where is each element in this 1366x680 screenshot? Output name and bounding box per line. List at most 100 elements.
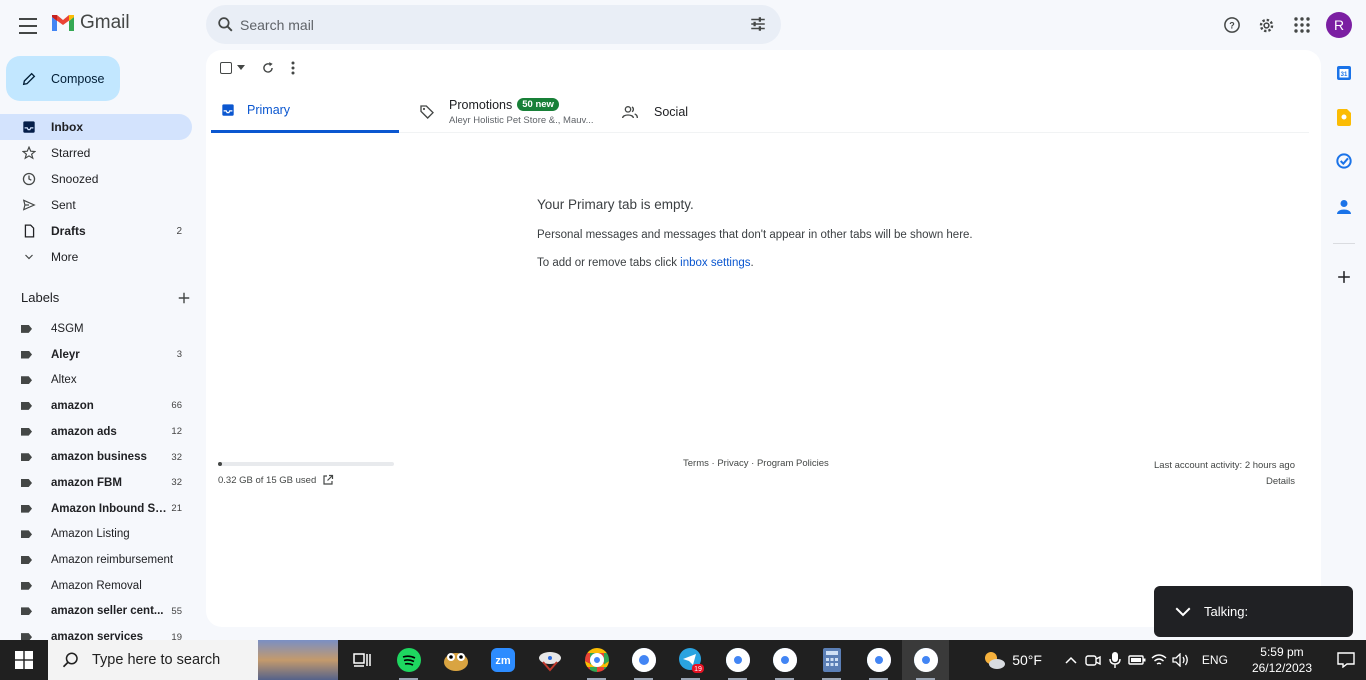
windows-taskbar: Type here to search zm 19 50°F ENG 5:59 … bbox=[0, 640, 1366, 680]
calendar-icon[interactable]: 31 bbox=[1335, 64, 1353, 82]
weather-widget[interactable]: 50°F bbox=[982, 650, 1042, 670]
contacts-icon[interactable] bbox=[1335, 198, 1353, 216]
clock-time: 5:59 pm bbox=[1260, 645, 1304, 659]
tab-social[interactable]: Social bbox=[622, 90, 688, 133]
label-item[interactable]: amazon seller cent... 55 bbox=[0, 599, 192, 625]
chrome-profile-l-app[interactable] bbox=[620, 640, 667, 680]
more-options-icon[interactable] bbox=[291, 61, 295, 75]
label-name: amazon business bbox=[51, 451, 147, 464]
label-item[interactable]: Amazon Removal bbox=[0, 573, 192, 599]
gmail-logo[interactable]: Gmail bbox=[50, 12, 130, 34]
label-item[interactable]: 4SGM bbox=[0, 316, 192, 342]
tasks-icon[interactable] bbox=[1335, 152, 1353, 170]
storage-bar-fill bbox=[218, 462, 222, 466]
keep-icon[interactable] bbox=[1335, 108, 1353, 126]
label-name: amazon ads bbox=[51, 425, 117, 438]
details-link[interactable]: Details bbox=[1154, 474, 1295, 490]
battery-icon[interactable] bbox=[1126, 640, 1148, 680]
language-indicator[interactable]: ENG bbox=[1202, 653, 1228, 667]
search-bar[interactable]: Search mail bbox=[206, 5, 781, 44]
label-item[interactable]: amazon ads 12 bbox=[0, 419, 192, 445]
calculator-app[interactable] bbox=[808, 640, 855, 680]
weather-temp: 50°F bbox=[1012, 652, 1042, 668]
sidebar-item-inbox[interactable]: Inbox bbox=[0, 114, 192, 140]
privacy-link[interactable]: Privacy bbox=[717, 458, 748, 469]
chrome-profile-m2-app[interactable] bbox=[761, 640, 808, 680]
apps-grid-icon[interactable] bbox=[1291, 15, 1312, 36]
sidebar-item-drafts[interactable]: Drafts 2 bbox=[0, 218, 192, 244]
program-policies-link[interactable]: Program Policies bbox=[757, 458, 829, 469]
wifi-icon[interactable] bbox=[1148, 640, 1170, 680]
volume-icon[interactable] bbox=[1170, 640, 1192, 680]
label-count: 3 bbox=[176, 349, 182, 361]
label-item[interactable]: amazon 66 bbox=[0, 393, 192, 419]
microphone-icon[interactable] bbox=[1104, 640, 1126, 680]
compose-button[interactable]: Compose bbox=[6, 56, 120, 101]
account-avatar[interactable]: R bbox=[1326, 12, 1352, 38]
taskbar-search-input[interactable]: Type here to search bbox=[92, 652, 220, 668]
label-name: amazon seller cent... bbox=[51, 605, 164, 618]
taskbar-search[interactable]: Type here to search bbox=[48, 640, 338, 680]
clock[interactable]: 5:59 pm 26/12/2023 bbox=[1252, 644, 1312, 676]
search-options-icon[interactable] bbox=[749, 15, 767, 33]
label-name: Amazon Listing bbox=[51, 528, 130, 541]
chrome-profile-r-app[interactable] bbox=[902, 640, 949, 680]
label-tag-icon bbox=[21, 581, 32, 590]
label-item[interactable]: amazon FBM 32 bbox=[0, 470, 192, 496]
task-view-button[interactable] bbox=[338, 640, 385, 680]
settings-gear-icon[interactable] bbox=[1256, 15, 1277, 36]
chrome-profile-s-app[interactable] bbox=[855, 640, 902, 680]
add-label-icon[interactable] bbox=[177, 291, 191, 305]
game-app[interactable] bbox=[432, 640, 479, 680]
satellite-app[interactable] bbox=[526, 640, 573, 680]
sidebar-item-label: Snoozed bbox=[51, 172, 99, 186]
label-item[interactable]: Amazon reimbursement bbox=[0, 547, 192, 573]
sidebar-item-sent[interactable]: Sent bbox=[0, 192, 192, 218]
inbox-settings-link[interactable]: inbox settings bbox=[680, 257, 750, 269]
spotify-app[interactable] bbox=[385, 640, 432, 680]
promotions-senders: Aleyr Holistic Pet Store &., Mauv... bbox=[449, 114, 594, 126]
label-item[interactable]: Amazon Listing bbox=[0, 522, 192, 548]
chevron-down-icon[interactable] bbox=[1174, 606, 1192, 618]
windows-logo-icon bbox=[15, 651, 33, 669]
empty-state: Your Primary tab is empty. Personal mess… bbox=[537, 197, 973, 269]
chrome-icon bbox=[725, 648, 750, 672]
label-item[interactable]: Amazon Inbound Sh... 21 bbox=[0, 496, 192, 522]
tab-promotions[interactable]: Promotions 50 new Aleyr Holistic Pet Sto… bbox=[419, 90, 593, 133]
inbox-icon bbox=[222, 104, 234, 116]
chrome-app[interactable] bbox=[573, 640, 620, 680]
help-icon[interactable]: ? bbox=[1221, 15, 1242, 36]
select-all-checkbox[interactable] bbox=[220, 62, 245, 74]
chevron-up-icon[interactable] bbox=[1060, 640, 1082, 680]
start-button[interactable] bbox=[0, 640, 48, 680]
label-item[interactable]: Altex bbox=[0, 367, 192, 393]
svg-text:zm: zm bbox=[495, 655, 511, 667]
open-external-icon[interactable] bbox=[322, 474, 334, 486]
tab-label: Social bbox=[654, 104, 689, 119]
notification-center-icon[interactable] bbox=[1326, 652, 1366, 668]
refresh-icon[interactable] bbox=[261, 61, 275, 75]
telegram-app[interactable]: 19 bbox=[667, 640, 714, 680]
terms-link[interactable]: Terms bbox=[683, 458, 709, 469]
main-menu-button[interactable] bbox=[16, 13, 40, 37]
gmail-m-icon bbox=[52, 15, 74, 31]
sidebar-item-starred[interactable]: Starred bbox=[0, 140, 192, 166]
add-addon-icon[interactable] bbox=[1335, 268, 1353, 286]
label-tag-icon bbox=[21, 504, 32, 513]
label-tag-icon bbox=[21, 530, 32, 539]
sidebar-item-snoozed[interactable]: Snoozed bbox=[0, 166, 192, 192]
label-item[interactable]: Aleyr 3 bbox=[0, 342, 192, 368]
storage-bar bbox=[218, 462, 394, 466]
tab-primary[interactable]: Primary bbox=[211, 90, 399, 133]
label-item[interactable]: amazon business 32 bbox=[0, 444, 192, 470]
chrome-profile-m-app[interactable] bbox=[714, 640, 761, 680]
talking-toast[interactable]: Talking: bbox=[1154, 586, 1353, 637]
compose-label: Compose bbox=[51, 71, 105, 86]
zoom-app[interactable]: zm bbox=[479, 640, 526, 680]
search-icon[interactable] bbox=[216, 15, 235, 34]
meet-now-icon[interactable] bbox=[1082, 640, 1104, 680]
sidebar-item-more[interactable]: More bbox=[0, 244, 192, 270]
search-input[interactable]: Search mail bbox=[240, 17, 314, 33]
label-count: 55 bbox=[171, 605, 182, 617]
tab-label: Promotions bbox=[449, 97, 513, 112]
